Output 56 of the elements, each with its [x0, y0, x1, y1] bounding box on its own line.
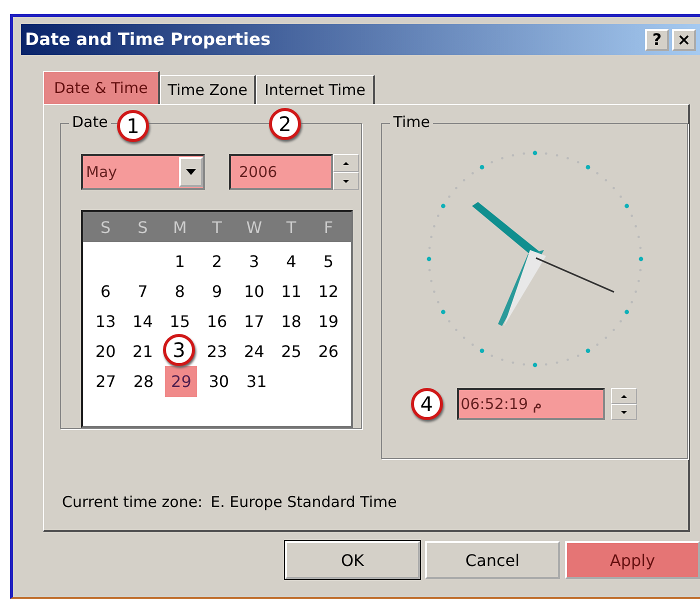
- calendar-day[interactable]: 15: [164, 308, 196, 334]
- calendar-day[interactable]: 12: [313, 278, 344, 304]
- calendar-day[interactable]: 6: [95, 278, 116, 304]
- calendar-day[interactable]: 23: [202, 338, 232, 364]
- calendar-day[interactable]: 30: [204, 368, 234, 394]
- weekday-label: T: [211, 218, 223, 236]
- calendar-day[interactable]: 5: [318, 248, 338, 274]
- calendar-day[interactable]: 3: [244, 248, 264, 274]
- calendar-day[interactable]: 4: [281, 248, 302, 274]
- spin-buttons[interactable]: [610, 388, 637, 420]
- calendar-day[interactable]: 20: [90, 338, 121, 364]
- tab[interactable]: Date & Time: [43, 71, 160, 104]
- dialog-button[interactable]: Cancel: [425, 541, 560, 579]
- time-zone-label: Current time zone:: [62, 493, 203, 511]
- time-field[interactable]: 06:52:19 م: [456, 388, 605, 420]
- close-button[interactable]: ×: [672, 28, 696, 50]
- weekday-label: S: [136, 218, 149, 236]
- help-button[interactable]: ?: [645, 28, 669, 50]
- calendar-day[interactable]: 8: [170, 278, 190, 304]
- window-title: Date and Time Properties: [25, 30, 272, 50]
- calendar-day[interactable]: 2: [206, 248, 228, 274]
- tab[interactable]: Time Zone: [160, 75, 256, 104]
- callout-number: 4: [410, 388, 443, 420]
- calendar-day[interactable]: 13: [90, 308, 121, 334]
- weekday-label: M: [172, 218, 188, 236]
- calendar-day[interactable]: 7: [132, 278, 153, 304]
- calendar-day[interactable]: 29: [165, 366, 198, 396]
- weekday-label: F: [322, 218, 334, 236]
- dialog-button[interactable]: OK: [285, 541, 420, 579]
- calendar-day[interactable]: 10: [238, 278, 270, 304]
- calendar-day[interactable]: 17: [238, 308, 270, 334]
- year-field[interactable]: 2006: [229, 154, 333, 190]
- calendar-day[interactable]: 18: [276, 308, 306, 334]
- callout-number: 3: [163, 334, 195, 366]
- callout-number: 2: [269, 108, 301, 140]
- calendar-day[interactable]: 27: [90, 368, 122, 394]
- calendar-day[interactable]: 26: [313, 338, 344, 364]
- time-zone-value: E. Europe Standard Time: [210, 493, 397, 511]
- spin-buttons[interactable]: [333, 154, 359, 190]
- calendar-day[interactable]: 31: [241, 368, 272, 394]
- weekday-label: W: [245, 218, 264, 236]
- calendar-day[interactable]: 19: [313, 308, 344, 334]
- calendar-day[interactable]: 24: [238, 338, 270, 364]
- calendar-day[interactable]: 16: [202, 308, 232, 334]
- tab[interactable]: Internet Time: [256, 75, 375, 104]
- calendar-day[interactable]: 11: [276, 278, 306, 304]
- calendar-day[interactable]: 28: [128, 368, 159, 394]
- calendar-day[interactable]: 1: [170, 248, 190, 274]
- callout-number: 1: [117, 110, 149, 142]
- weekday-label: S: [99, 218, 112, 236]
- weekday-label: T: [285, 218, 298, 236]
- calendar-day[interactable]: 14: [128, 308, 158, 334]
- dialog-button[interactable]: Apply: [565, 541, 700, 579]
- calendar-day[interactable]: 9: [206, 278, 228, 304]
- calendar-day[interactable]: 21: [128, 338, 158, 364]
- calendar-day[interactable]: 25: [276, 338, 306, 364]
